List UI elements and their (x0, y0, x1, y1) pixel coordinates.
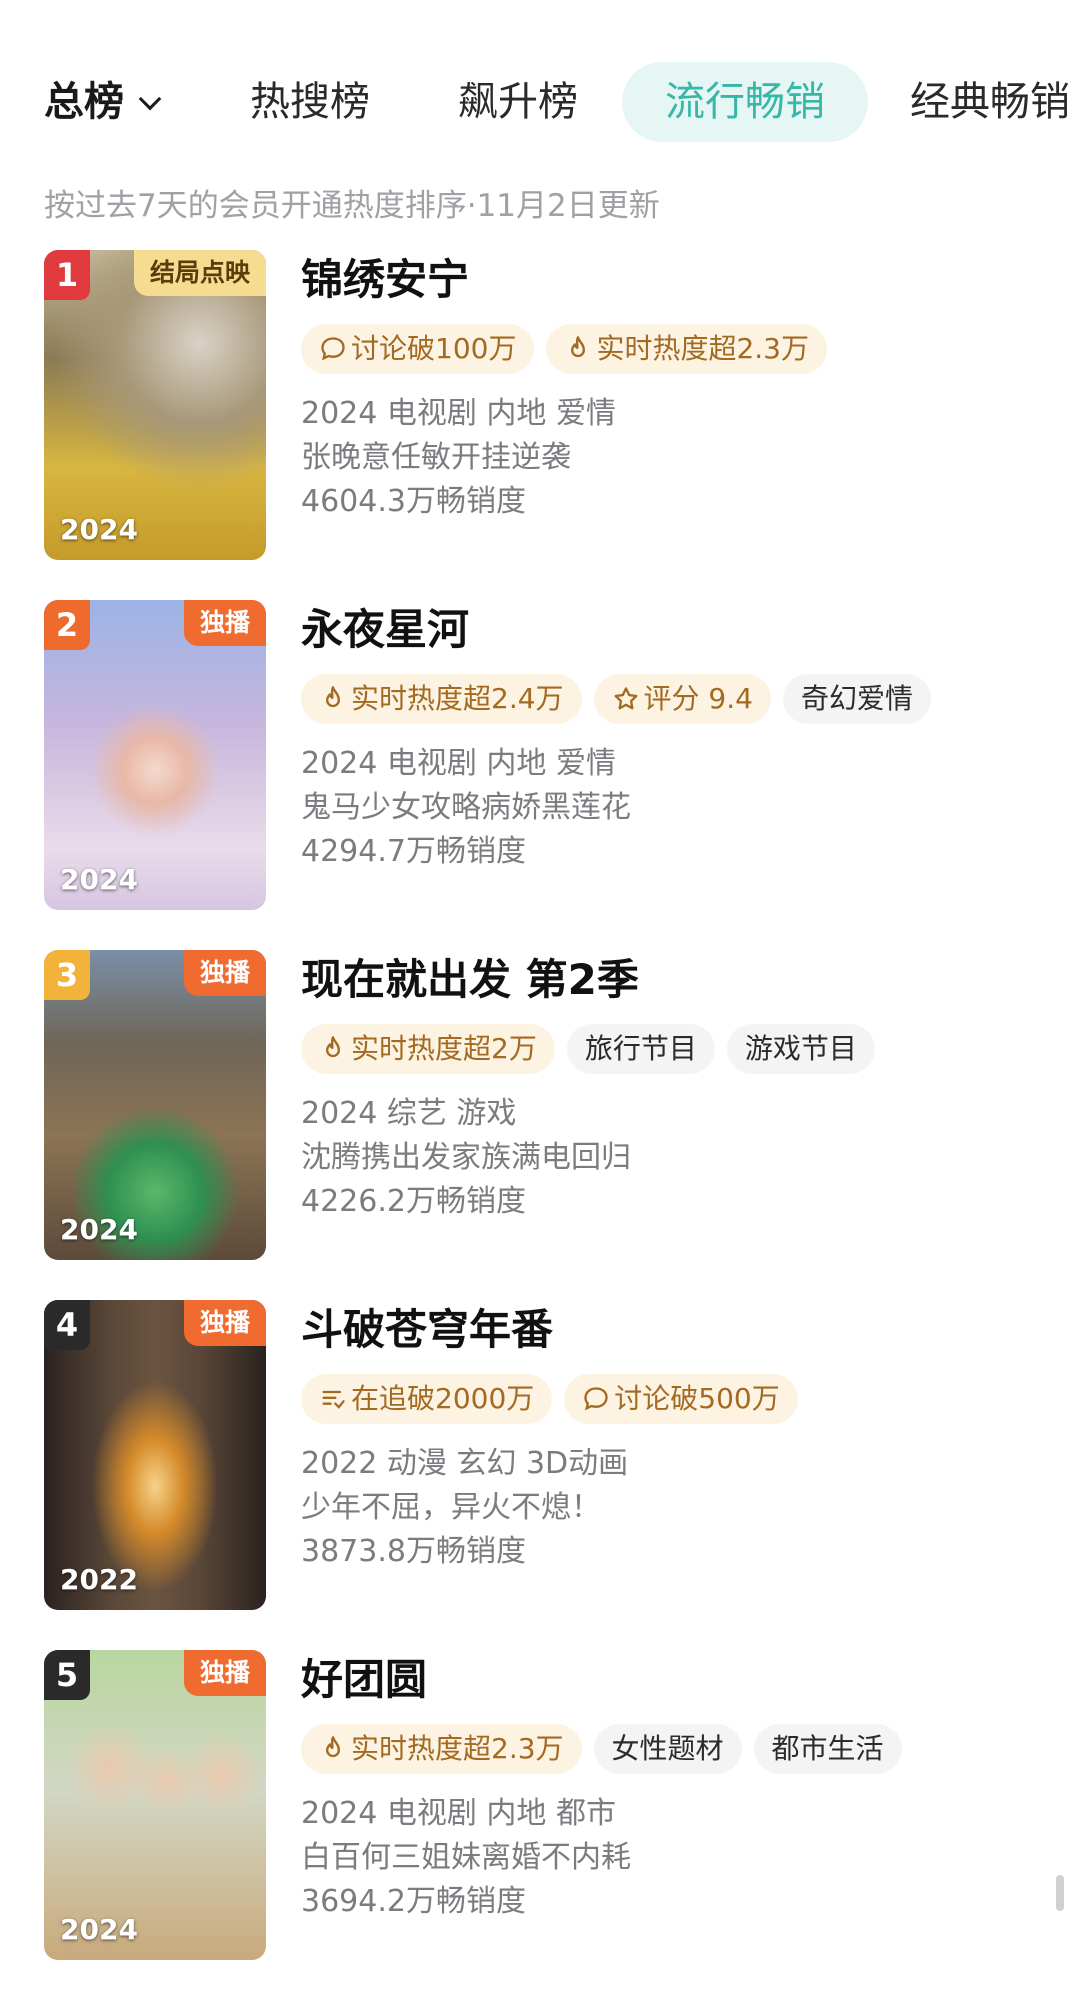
item-description: 张晚意任敏开挂逆袭 (301, 440, 571, 475)
item-sales: 4294.7万畅销度 (301, 834, 526, 869)
list-item[interactable]: 4 独播 2022 斗破苍穹年番 在追破2000万 讨论破500万 2022 动… (44, 1300, 1064, 1610)
tag-text: 在追破2000万 (351, 1382, 535, 1415)
comment-icon (321, 337, 345, 361)
item-sales: 4604.3万畅销度 (301, 484, 526, 519)
list-item[interactable]: 2 独播 2024 永夜星河 实时热度超2.4万 评分 9.4 奇幻爱情 202… (44, 600, 1064, 910)
flame-icon (326, 1736, 340, 1758)
item-meta: 2024 电视剧 内地 爱情 (301, 746, 616, 781)
tag-text: 实时热度超2.4万 (351, 682, 564, 715)
list-item[interactable]: 3 独播 2024 现在就出发 第2季 实时热度超2万 旅行节目 游戏节目 202… (44, 950, 1064, 1260)
tag-text: 实时热度超2.3万 (596, 332, 809, 365)
item-meta: 2022 动漫 玄幻 3D动画 (301, 1446, 629, 1481)
tab-classic-sales[interactable]: 经典畅销 (910, 62, 1070, 142)
status-badge: 结局点映 (133, 250, 266, 296)
item-meta: 2024 电视剧 内地 都市 (301, 1796, 616, 1831)
poster-year: 2024 (60, 513, 138, 546)
rank-badge: 1 (44, 250, 90, 300)
tag[interactable]: 旅行节目 (566, 1024, 715, 1074)
rank-badge: 2 (44, 600, 90, 650)
tab-rising[interactable]: 飙升榜 (458, 62, 578, 142)
chevron-down-icon (138, 87, 162, 111)
poster-year: 2024 (60, 1213, 138, 1246)
status-badge: 独播 (183, 1300, 266, 1346)
item-title[interactable]: 斗破苍穹年番 (301, 1300, 1064, 1360)
rank-badge: 4 (44, 1300, 90, 1350)
flame-icon (326, 686, 340, 708)
flame-icon (326, 1036, 340, 1058)
comment-icon (584, 1387, 608, 1411)
tag: 评分 9.4 (593, 674, 771, 724)
item-meta: 2024 综艺 游戏 (301, 1096, 517, 1131)
poster[interactable]: 3 独播 2024 (44, 950, 266, 1260)
flame-icon (571, 336, 586, 358)
list-item[interactable]: 1 结局点映 2024 锦绣安宁 讨论破100万 实时热度超2.3万 2024 … (44, 250, 1064, 560)
star-icon (614, 687, 637, 710)
item-meta: 2024 电视剧 内地 爱情 (301, 396, 616, 431)
tag[interactable]: 女性题材 (593, 1724, 742, 1774)
tag: 讨论破100万 (301, 324, 535, 374)
item-title[interactable]: 现在就出发 第2季 (301, 950, 1064, 1010)
poster[interactable]: 4 独播 2022 (44, 1300, 266, 1610)
poster[interactable]: 1 结局点映 2024 (44, 250, 266, 560)
tag: 实时热度超2.3万 (301, 1724, 582, 1774)
scrollbar-thumb[interactable] (1056, 1875, 1064, 1911)
list-icon (322, 1390, 345, 1409)
item-title[interactable]: 永夜星河 (301, 600, 1064, 660)
item-description: 少年不屈，异火不熄！ (301, 1490, 601, 1525)
tag[interactable]: 都市生活 (753, 1724, 902, 1774)
tag: 实时热度超2万 (301, 1024, 555, 1074)
rank-badge: 5 (44, 1650, 90, 1700)
poster[interactable]: 5 独播 2024 (44, 1650, 266, 1960)
item-sales: 3873.8万畅销度 (301, 1534, 526, 1569)
item-description: 鬼马少女攻略病娇黑莲花 (301, 790, 631, 825)
status-badge: 独播 (183, 1650, 266, 1696)
ranking-subtitle: 按过去7天的会员开通热度排序·11月2日更新 (44, 188, 660, 224)
tag: 实时热度超2.3万 (546, 324, 827, 374)
tag-text: 评分 9.4 (643, 682, 753, 715)
tag[interactable]: 游戏节目 (726, 1024, 875, 1074)
item-description: 白百何三姐妹离婚不内耗 (301, 1840, 631, 1875)
item-title[interactable]: 锦绣安宁 (301, 250, 1064, 310)
poster-year: 2024 (60, 1913, 138, 1946)
list-item[interactable]: 5 独播 2024 好团圆 实时热度超2.3万 女性题材 都市生活 2024 电视… (44, 1650, 1064, 1960)
tab-overall[interactable]: 总榜 (44, 62, 162, 142)
item-title[interactable]: 好团圆 (301, 1650, 1064, 1710)
tab-popular-sales[interactable]: 流行畅销 (622, 62, 868, 142)
status-badge: 独播 (183, 600, 266, 646)
item-description: 沈腾携出发家族满电回归 (301, 1140, 631, 1175)
tag-text: 实时热度超2.3万 (351, 1732, 564, 1765)
item-sales: 4226.2万畅销度 (301, 1184, 526, 1219)
tag: 讨论破500万 (564, 1374, 798, 1424)
tag: 实时热度超2.4万 (301, 674, 582, 724)
tag-text: 讨论破500万 (614, 1382, 780, 1415)
rank-badge: 3 (44, 950, 90, 1000)
tag-text: 实时热度超2万 (351, 1032, 537, 1065)
status-badge: 独播 (183, 950, 266, 996)
poster-year: 2024 (60, 863, 138, 896)
tag: 在追破2000万 (301, 1374, 553, 1424)
tab-hot-search[interactable]: 热搜榜 (250, 62, 370, 142)
ranking-tabs: 总榜 热搜榜 飙升榜 流行畅销 经典畅销 (0, 62, 1078, 142)
poster-year: 2022 (60, 1563, 138, 1596)
tag-text: 讨论破100万 (351, 332, 517, 365)
tab-overall-label: 总榜 (44, 79, 124, 125)
item-sales: 3694.2万畅销度 (301, 1884, 526, 1919)
poster[interactable]: 2 独播 2024 (44, 600, 266, 910)
tag[interactable]: 奇幻爱情 (782, 674, 931, 724)
